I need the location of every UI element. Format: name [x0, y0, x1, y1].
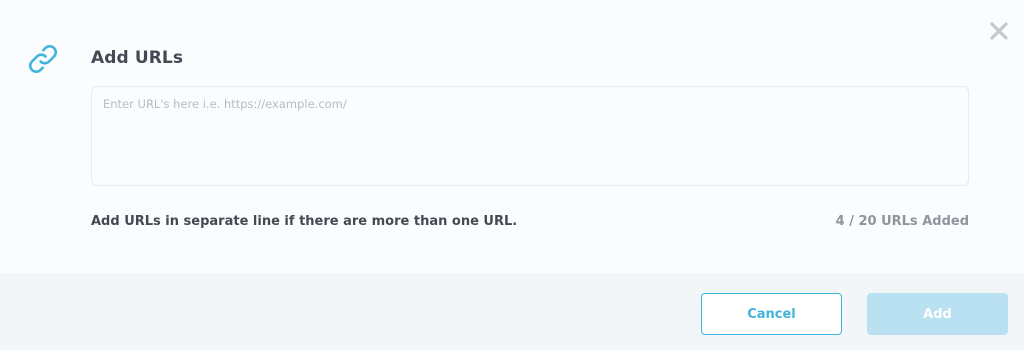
- add-urls-dialog: Add URLs Add URLs in separate line if th…: [0, 0, 1024, 350]
- cancel-button[interactable]: Cancel: [701, 293, 842, 335]
- url-input[interactable]: [91, 86, 969, 186]
- link-icon: [26, 42, 60, 76]
- close-icon[interactable]: [988, 20, 1010, 42]
- dialog-title: Add URLs: [91, 48, 184, 68]
- add-button[interactable]: Add: [867, 293, 1008, 335]
- url-counter: 4 / 20 URLs Added: [835, 214, 969, 229]
- help-text: Add URLs in separate line if there are m…: [91, 214, 518, 229]
